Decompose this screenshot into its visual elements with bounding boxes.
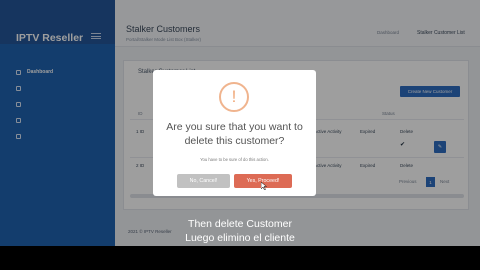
- letterbox-bar: [0, 246, 480, 270]
- caption-spanish: Luego elimino el cliente: [185, 232, 295, 244]
- confirm-delete-dialog: ! Are you sure that you want to delete t…: [153, 70, 316, 196]
- mouse-cursor-icon: [261, 182, 267, 190]
- dialog-message: You have to be sure of do this action.: [200, 157, 269, 162]
- cancel-button[interactable]: No, Cancel!: [177, 174, 230, 188]
- dialog-title: Are you sure that you want to delete thi…: [166, 121, 303, 147]
- exclamation-mark: !: [231, 87, 237, 106]
- app-screen: IPTV Reseller Dashboard Stalker Customer…: [0, 0, 480, 246]
- caption-english: Then delete Customer: [188, 218, 292, 230]
- exclamation-icon: !: [219, 82, 249, 112]
